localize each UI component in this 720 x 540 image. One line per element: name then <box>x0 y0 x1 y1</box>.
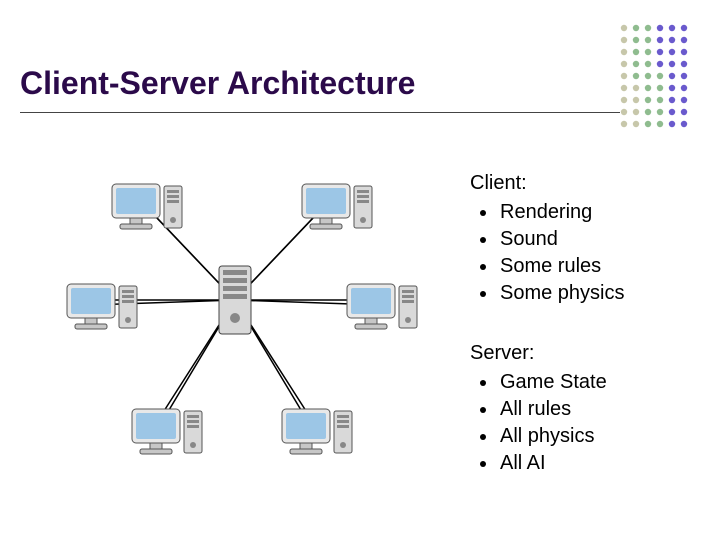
client-pc-icon <box>67 284 137 329</box>
client-bullet: Some rules <box>498 253 625 280</box>
server-bullet: All AI <box>498 450 607 477</box>
server-bullet: All rules <box>498 396 607 423</box>
client-pc-icon <box>347 284 417 329</box>
slide-title: Client-Server Architecture <box>20 65 415 102</box>
client-bullet-list: Rendering Sound Some rules Some physics <box>470 199 625 307</box>
client-bullet: Sound <box>498 226 625 253</box>
client-heading: Client: <box>470 170 625 197</box>
server-tower-icon <box>219 266 251 334</box>
client-pc-icon <box>302 184 372 229</box>
client-bullet: Some physics <box>498 280 625 307</box>
client-bullet: Rendering <box>498 199 625 226</box>
slide: Client-Server Architecture <box>0 0 720 540</box>
decorative-dot-grid-icon <box>618 22 708 130</box>
client-pc-icon <box>112 184 182 229</box>
server-bullet: Game State <box>498 369 607 396</box>
server-bullet-list: Game State All rules All physics All AI <box>470 369 607 477</box>
client-pc-icon <box>132 409 202 454</box>
network-diagram <box>40 150 430 480</box>
server-heading: Server: <box>470 340 607 367</box>
server-block: Server: Game State All rules All physics… <box>470 340 607 477</box>
client-block: Client: Rendering Sound Some rules Some … <box>470 170 625 307</box>
client-pc-icon <box>282 409 352 454</box>
server-bullet: All physics <box>498 423 607 450</box>
title-underline <box>20 112 620 113</box>
